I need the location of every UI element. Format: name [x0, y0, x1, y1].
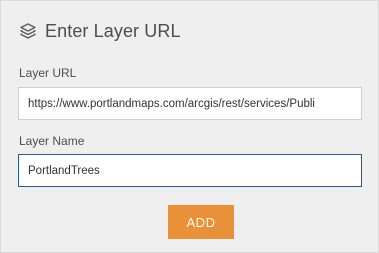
add-button[interactable]: ADD: [168, 205, 234, 239]
layer-name-input[interactable]: [18, 154, 362, 187]
enter-layer-url-panel: Enter Layer URL Layer URL Layer Name ADD: [0, 0, 379, 253]
layer-name-label: Layer Name: [19, 134, 85, 148]
panel-title: Enter Layer URL: [45, 20, 181, 41]
panel-header: Enter Layer URL: [19, 19, 181, 43]
layer-url-input[interactable]: [18, 87, 362, 120]
layer-url-label: Layer URL: [19, 66, 77, 80]
layers-icon: [19, 22, 37, 40]
